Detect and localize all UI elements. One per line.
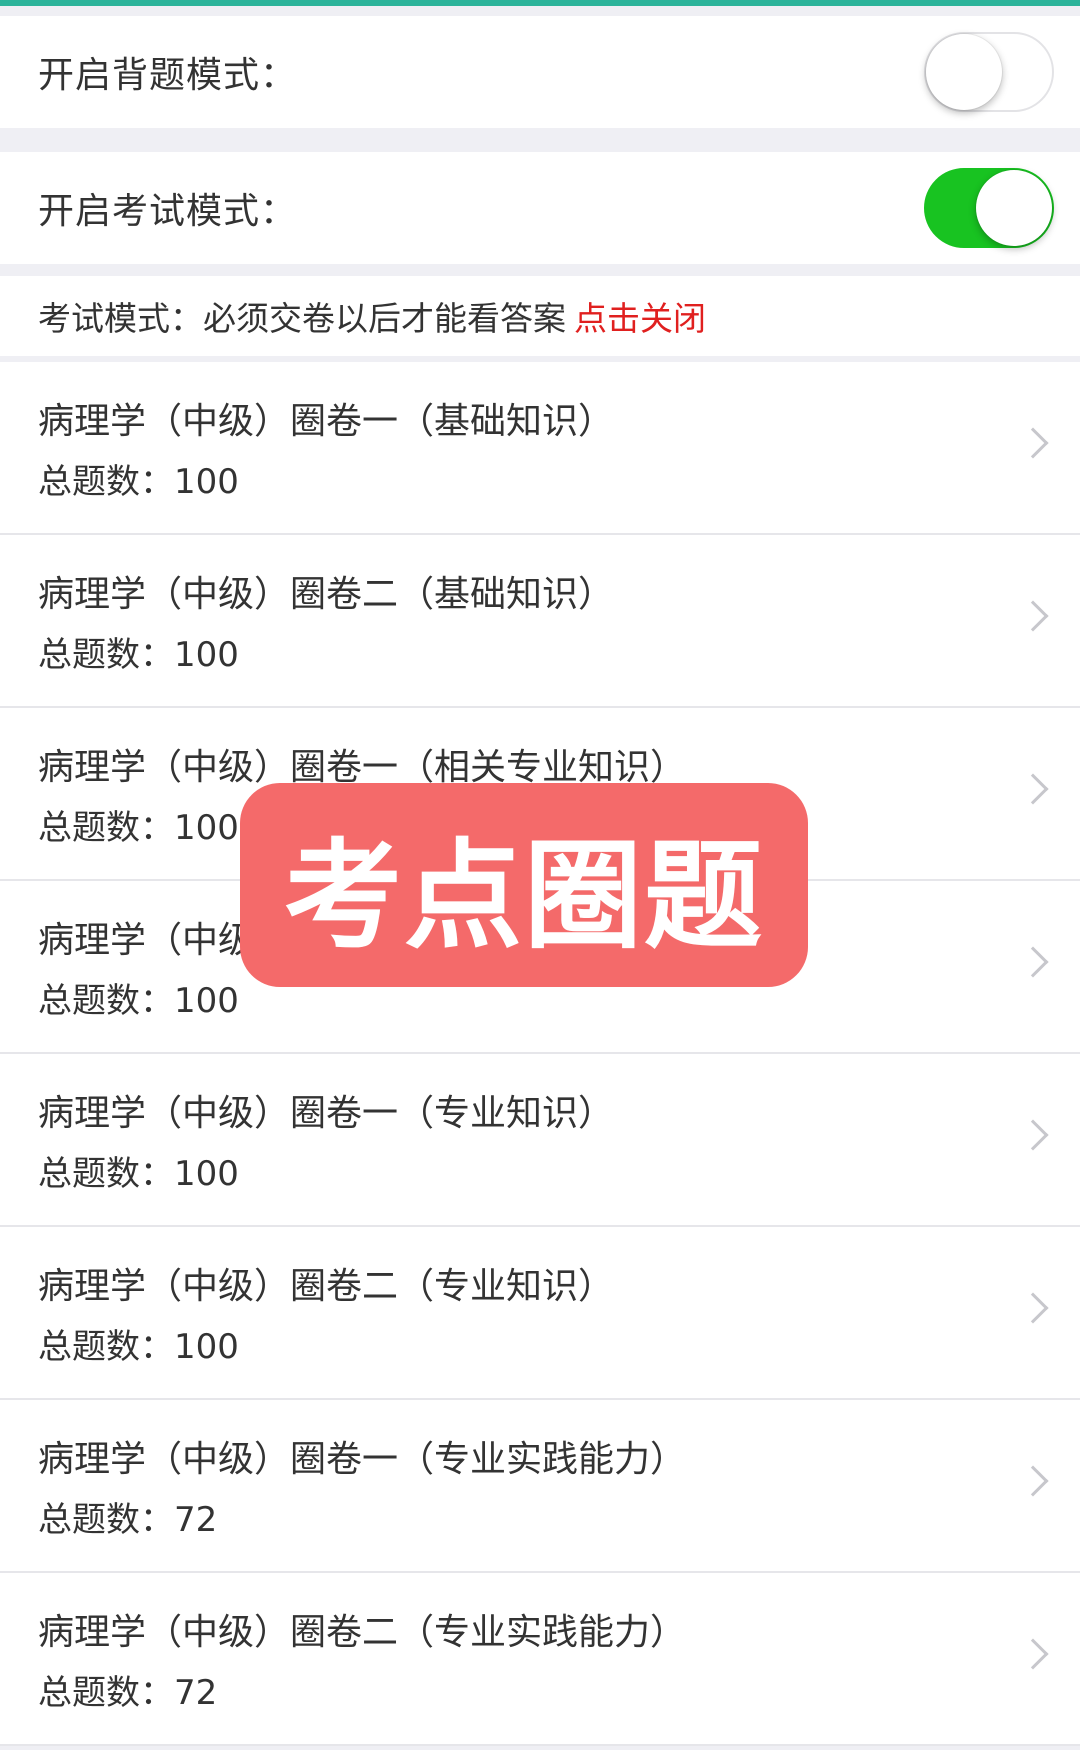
- recite-mode-toggle[interactable]: [924, 32, 1054, 112]
- chevron-right-icon: [1017, 1638, 1049, 1670]
- question-count: 总题数：72: [38, 1500, 218, 1540]
- toggle-knob: [926, 34, 1002, 110]
- paper-list-item[interactable]: 病理学（中级）圈卷一（基础知识） 总题数：100: [0, 362, 1080, 535]
- close-hint-link[interactable]: 点击关闭: [574, 292, 706, 340]
- overlay-stamp-text: 考点圈题: [283, 826, 764, 965]
- paper-title: 病理学（中级）圈卷一（专业知识）: [38, 1093, 615, 1134]
- question-count: 总题数：100: [38, 635, 239, 675]
- exam-mode-row: 开启考试模式：: [0, 152, 1080, 264]
- chevron-right-icon: [1017, 1119, 1049, 1151]
- paper-list-item[interactable]: 病理学（中级）圈卷一（专业知识） 总题数：100: [0, 1054, 1080, 1227]
- paper-title: 病理学（中级）圈卷二（专业知识）: [38, 1266, 615, 1307]
- paper-title: 病理学（中级）圈卷一（专业实践能力）: [38, 1439, 687, 1480]
- paper-title: 病理学（中级）圈卷二（专业实践能力）: [38, 1612, 687, 1653]
- paper-list-item[interactable]: 病理学（中级）圈卷二（专业实践能力） 总题数：72: [0, 1573, 1080, 1746]
- question-count: 总题数：100: [38, 1154, 239, 1194]
- top-accent-bar: [0, 0, 1080, 6]
- paper-list-item[interactable]: 病理学（中级）圈卷一（专业实践能力） 总题数：72: [0, 1400, 1080, 1573]
- chevron-right-icon: [1017, 1292, 1049, 1324]
- question-count: 总题数：72: [38, 1673, 218, 1713]
- chevron-right-icon: [1017, 773, 1049, 805]
- paper-list-item[interactable]: 病理学（中级）圈卷二（专业知识） 总题数：100: [0, 1227, 1080, 1400]
- exam-mode-label: 开启考试模式：: [38, 191, 298, 232]
- question-count: 总题数：100: [38, 462, 239, 502]
- chevron-right-icon: [1017, 946, 1049, 978]
- question-count: 总题数：100: [38, 981, 239, 1021]
- chevron-right-icon: [1017, 427, 1049, 459]
- recite-mode-row: 开启背题模式：: [0, 16, 1080, 128]
- paper-title: 病理学（中级）圈卷二（基础知识）: [38, 574, 615, 615]
- toggle-knob: [976, 170, 1052, 246]
- recite-mode-label: 开启背题模式：: [38, 55, 298, 96]
- paper-list-item[interactable]: 病理学（中级）圈卷二（基础知识） 总题数：100: [0, 535, 1080, 708]
- chevron-right-icon: [1017, 1465, 1049, 1497]
- question-count: 总题数：100: [38, 1327, 239, 1367]
- overlay-stamp: 考点圈题: [240, 783, 808, 987]
- exam-mode-toggle[interactable]: [924, 168, 1054, 248]
- exam-mode-hint: 考试模式：必须交卷以后才能看答案 点击关闭: [0, 276, 1080, 356]
- chevron-right-icon: [1017, 600, 1049, 632]
- paper-title: 病理学（中级）圈卷一（基础知识）: [38, 401, 615, 442]
- paper-list: 病理学（中级）圈卷一（基础知识） 总题数：100 病理学（中级）圈卷二（基础知识…: [0, 362, 1080, 1746]
- exam-mode-hint-text: 考试模式：必须交卷以后才能看答案: [38, 299, 566, 338]
- question-count: 总题数：100: [38, 808, 239, 848]
